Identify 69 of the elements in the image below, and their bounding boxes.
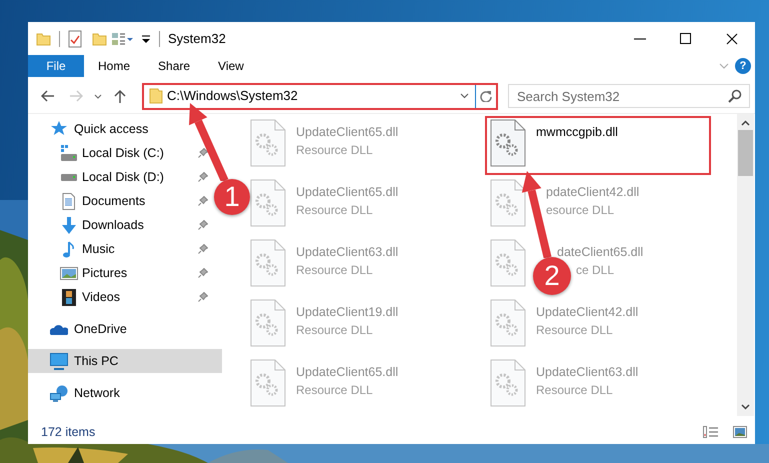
item-count: 172 items (41, 424, 96, 441)
star-icon (50, 121, 68, 137)
pin-icon[interactable] (198, 292, 208, 302)
file-type: Resource DLL (296, 383, 373, 397)
maximize-icon (680, 32, 692, 44)
properties-icon[interactable] (68, 30, 82, 48)
search-icon[interactable] (728, 89, 742, 103)
download-arrow-icon (61, 216, 77, 234)
drive-icon (60, 145, 78, 161)
view-options-icon[interactable] (111, 30, 133, 46)
music-note-icon (63, 240, 75, 258)
new-folder-icon[interactable] (92, 31, 107, 46)
scrollbar[interactable] (737, 114, 754, 416)
folder-icon (149, 88, 163, 104)
file-type: ce DLL (576, 263, 614, 277)
close-icon (726, 32, 738, 44)
folder-icon[interactable] (36, 31, 51, 46)
window-title: System32 (168, 30, 226, 48)
sidebar-item[interactable]: Music (28, 237, 208, 261)
pin-icon[interactable] (198, 244, 208, 254)
customize-caret-icon[interactable] (141, 34, 151, 44)
pin-icon[interactable] (198, 220, 208, 230)
help-button[interactable]: ? (735, 58, 751, 74)
caret-icon[interactable] (460, 93, 469, 99)
expand-ribbon-icon[interactable] (719, 63, 729, 69)
scrollbar-thumb[interactable] (738, 130, 753, 176)
network-icon (50, 384, 68, 402)
pin-icon[interactable] (198, 268, 208, 278)
sidebar-item[interactable]: Network (28, 381, 124, 405)
address-bar[interactable]: C:\Windows\System32 (142, 82, 498, 110)
sidebar-item[interactable]: OneDrive (28, 317, 131, 341)
drive-icon (60, 174, 78, 180)
file-type: Resource DLL (296, 143, 373, 157)
picture-icon (60, 266, 78, 280)
ribbon-tab[interactable]: Share (144, 55, 204, 77)
large-icons-view-icon[interactable] (733, 426, 747, 438)
file-name[interactable]: mwmccgpib.dll (536, 125, 618, 139)
file-type: Resource DLL (536, 323, 613, 337)
file-menu-button[interactable]: File (28, 55, 84, 77)
pin-icon[interactable] (198, 148, 208, 158)
sidebar-item[interactable]: Videos (28, 285, 208, 309)
scroll-up-icon[interactable] (741, 120, 750, 126)
sidebar-item[interactable]: Downloads (28, 213, 208, 237)
scroll-down-icon[interactable] (741, 404, 750, 410)
file-type: Resource DLL (296, 323, 373, 337)
file-type: Resource DLL (536, 383, 613, 397)
file-item[interactable]: mwmccgpib.dll (485, 116, 711, 175)
sidebar-item[interactable]: Local Disk (C:) (28, 141, 208, 165)
pin-icon[interactable] (198, 196, 208, 206)
pin-icon[interactable] (198, 172, 208, 182)
computer-icon (50, 352, 68, 370)
film-icon (62, 288, 76, 306)
document-icon (62, 192, 76, 210)
sidebar-item[interactable]: Local Disk (D:) (28, 165, 208, 189)
up-arrow-icon (114, 89, 126, 103)
sidebar-item[interactable]: Quick access (28, 117, 152, 141)
cloud-icon (50, 324, 68, 334)
search-field[interactable]: Search System32 (508, 84, 750, 108)
refresh-icon (480, 90, 492, 102)
sidebar-item[interactable]: Pictures (28, 261, 208, 285)
file-type: Resource DLL (296, 203, 373, 217)
ribbon-tab[interactable]: Home (84, 55, 144, 77)
sidebar-item[interactable]: This PC (28, 349, 222, 373)
details-view-icon[interactable] (703, 426, 719, 438)
file-type: Resource DLL (296, 263, 373, 277)
file-type: esource DLL (546, 203, 614, 217)
sidebar-item[interactable]: Documents (28, 189, 208, 213)
ribbon-tab[interactable]: View (204, 55, 258, 77)
caret-icon (94, 94, 102, 98)
